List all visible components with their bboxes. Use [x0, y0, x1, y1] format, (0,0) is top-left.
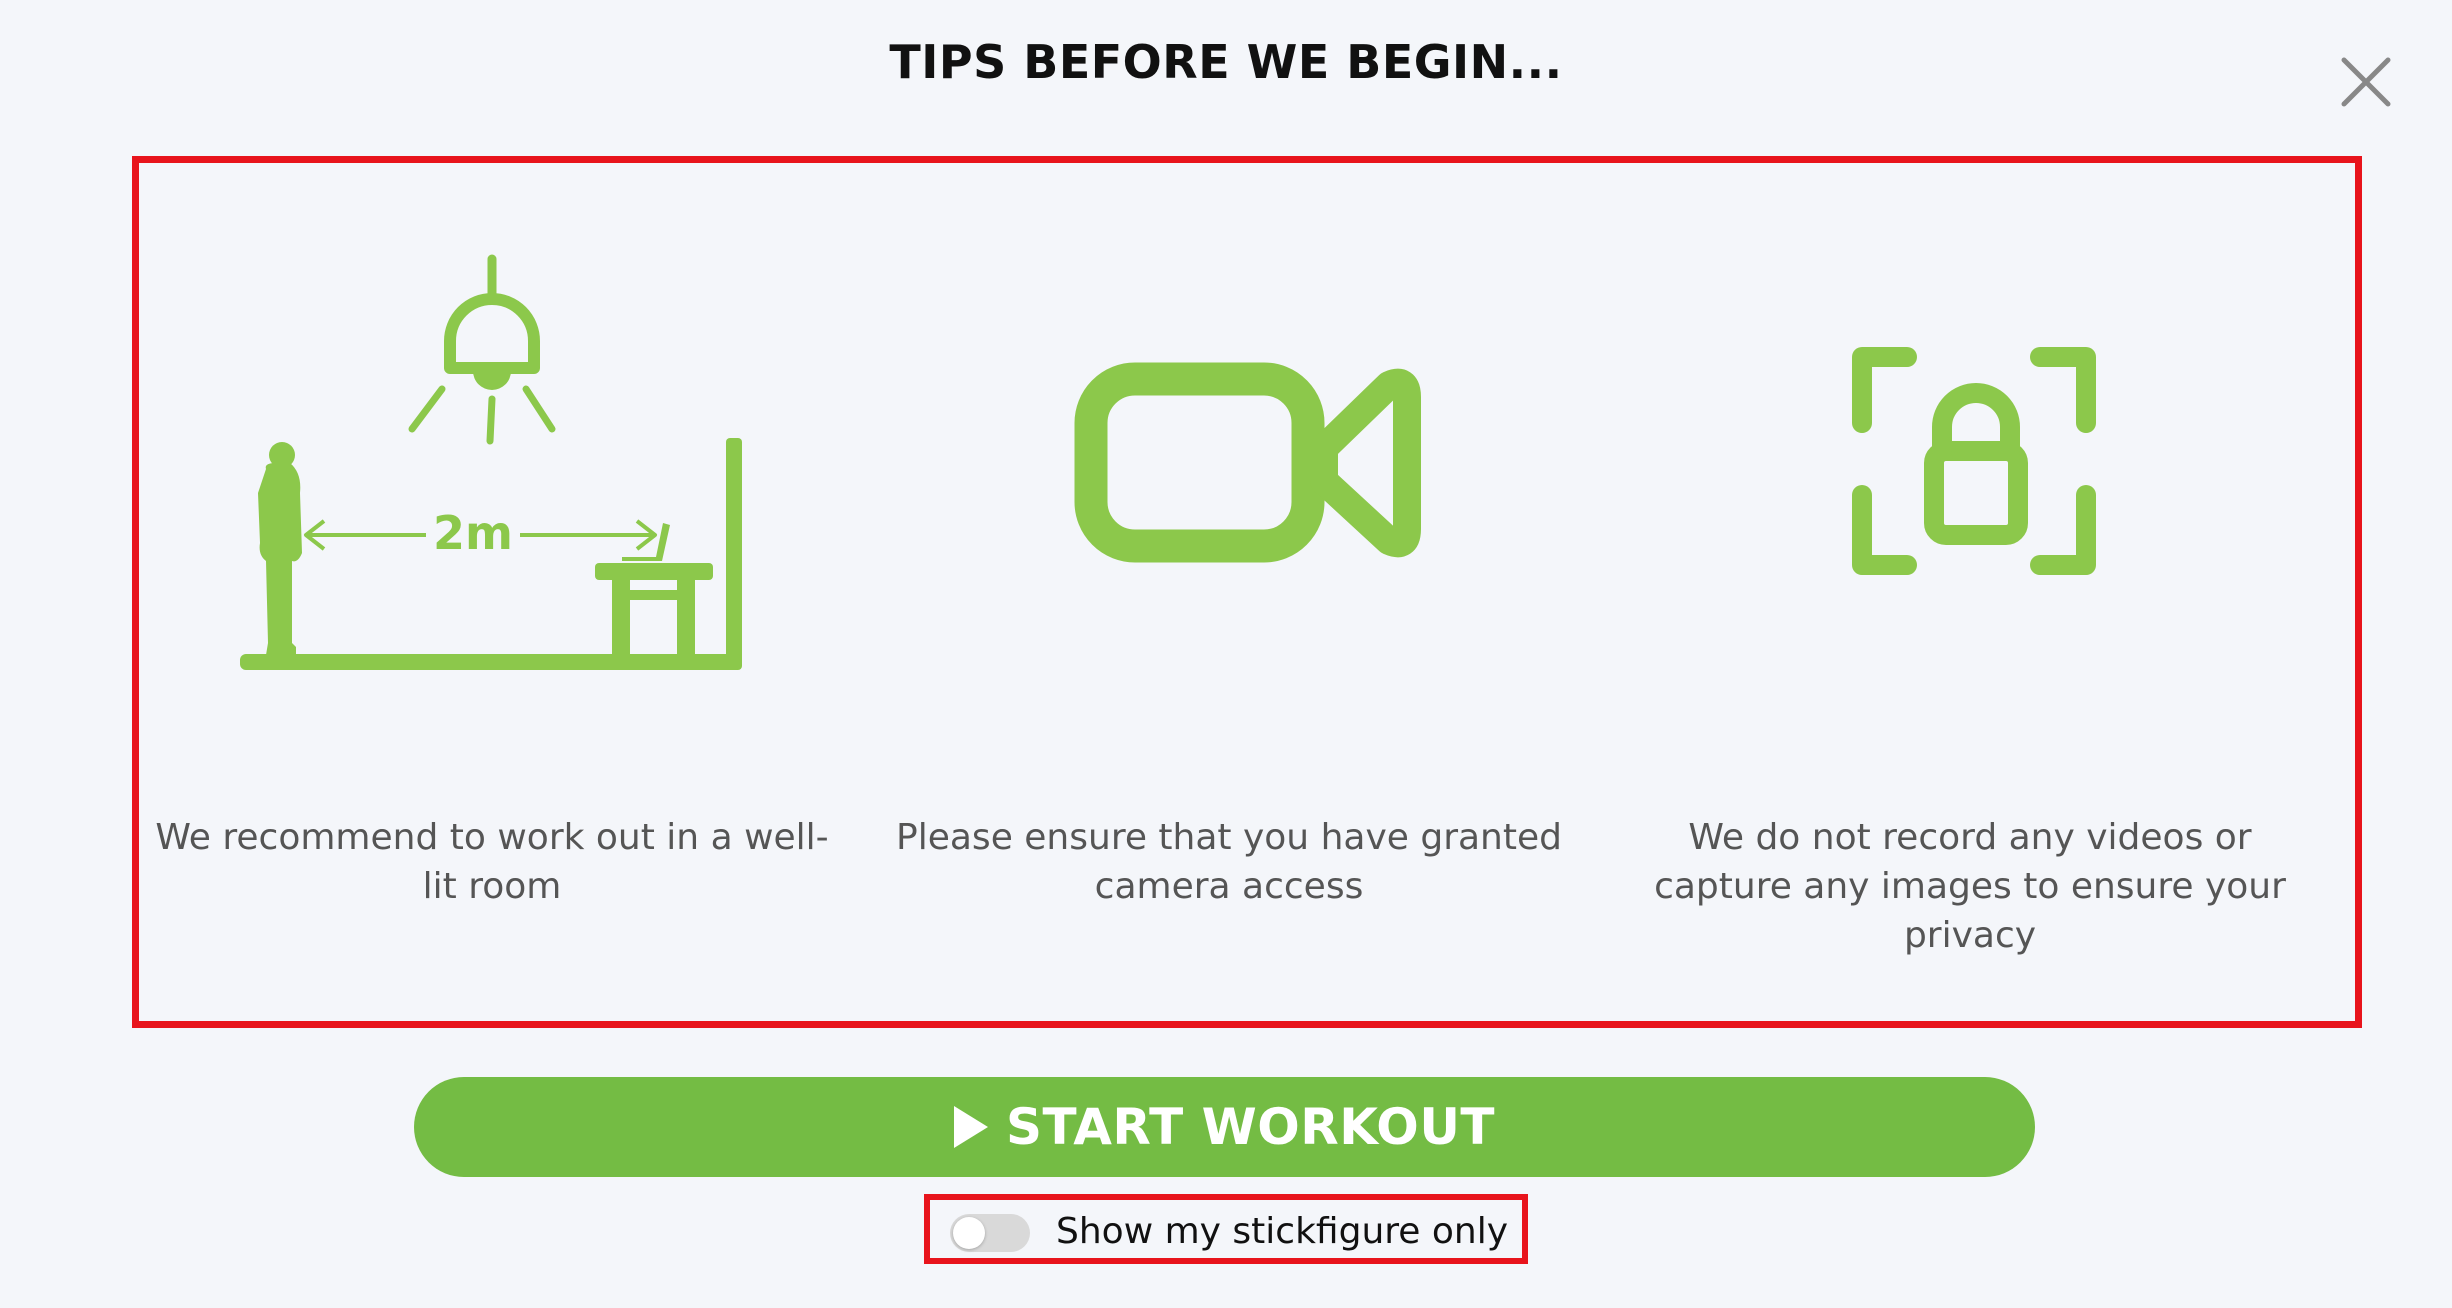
video-camera-icon: [1074, 362, 1421, 563]
tip-camera-access: Please ensure that you have granted came…: [879, 163, 1579, 1021]
stickfigure-toggle-label[interactable]: Show my stickfigure only: [1056, 1210, 1508, 1254]
stickfigure-toggle[interactable]: [950, 1214, 1030, 1252]
tips-panel: 2m We recommend to work out in a well-li…: [132, 156, 2362, 1028]
play-icon: [953, 1106, 988, 1148]
tip-text-privacy: We do not record any videos or capture a…: [1654, 817, 2286, 956]
tip-text-camera: Please ensure that you have granted came…: [896, 817, 1562, 907]
tip-text-lighting: We recommend to work out in a well-lit r…: [155, 817, 829, 907]
stickfigure-option: Show my stickfigure only: [924, 1194, 1528, 1264]
close-icon: [2341, 57, 2391, 107]
distance-label: 2m: [433, 506, 513, 560]
privacy-lock-icon: [1852, 347, 2096, 575]
modal-title: TIPS BEFORE WE BEGIN...: [889, 35, 1563, 89]
start-workout-label: START WORKOUT: [1005, 1098, 1496, 1156]
start-workout-button[interactable]: START WORKOUT: [414, 1077, 2035, 1177]
close-button[interactable]: [2340, 56, 2392, 108]
well-lit-room-icon: 2m: [240, 254, 742, 670]
toggle-knob: [953, 1217, 985, 1249]
tip-privacy: We do not record any videos or capture a…: [1620, 163, 2320, 1021]
tip-well-lit-room: 2m We recommend to work out in a well-li…: [142, 163, 842, 1021]
